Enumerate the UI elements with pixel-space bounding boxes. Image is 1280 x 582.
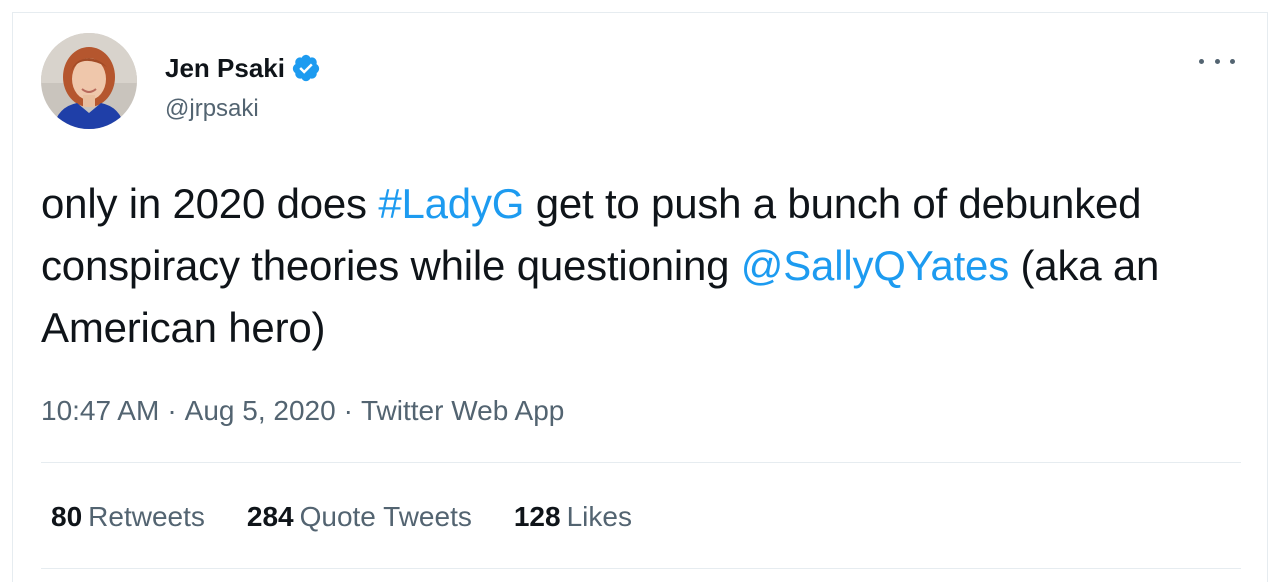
meta-separator: ·	[343, 395, 353, 426]
avatar[interactable]	[41, 33, 137, 129]
stat-label: Quote Tweets	[299, 501, 472, 532]
more-dot	[1214, 58, 1220, 64]
author-name[interactable]: Jen Psaki	[165, 50, 285, 86]
stat-label: Retweets	[88, 501, 205, 532]
tweet-text: only in 2020 does #LadyG get to push a b…	[41, 173, 1231, 359]
more-dot	[1199, 58, 1204, 64]
divider	[41, 462, 1241, 463]
more-options-icon[interactable]	[1199, 49, 1235, 73]
meta-separator: ·	[167, 395, 177, 426]
stat-quote-tweets[interactable]: 284 Quote Tweets	[247, 497, 472, 537]
tweet-date[interactable]: Aug 5, 2020	[185, 395, 336, 426]
stat-count: 128	[513, 501, 561, 532]
tweet-text-part: only in 2020 does	[41, 180, 379, 227]
mention-link[interactable]: @SallyQYates	[741, 242, 1009, 289]
tweet-stats: 80 Retweets 284 Quote Tweets 128 Likes	[51, 497, 674, 537]
author-handle[interactable]: @jrpsaki	[165, 93, 259, 125]
tweet-source[interactable]: Twitter Web App	[361, 395, 564, 426]
more-dot	[1230, 58, 1235, 64]
stat-count: 80	[51, 501, 83, 532]
stat-count: 284	[246, 501, 294, 532]
verified-badge-icon	[291, 53, 321, 83]
divider	[41, 568, 1241, 569]
hashtag-link[interactable]: #LadyG	[378, 180, 524, 227]
tweet-card: Jen Psaki @jrpsaki only in 2020 does #La…	[12, 12, 1268, 582]
stat-label: Likes	[566, 501, 632, 532]
stat-retweets[interactable]: 80 Retweets	[51, 497, 205, 537]
author-row: Jen Psaki	[165, 50, 321, 86]
tweet-time[interactable]: 10:47 AM	[41, 395, 159, 426]
tweet-meta: 10:47 AM · Aug 5, 2020 · Twitter Web App	[41, 391, 564, 431]
stat-likes[interactable]: 128 Likes	[514, 497, 632, 537]
avatar-image	[41, 33, 137, 129]
